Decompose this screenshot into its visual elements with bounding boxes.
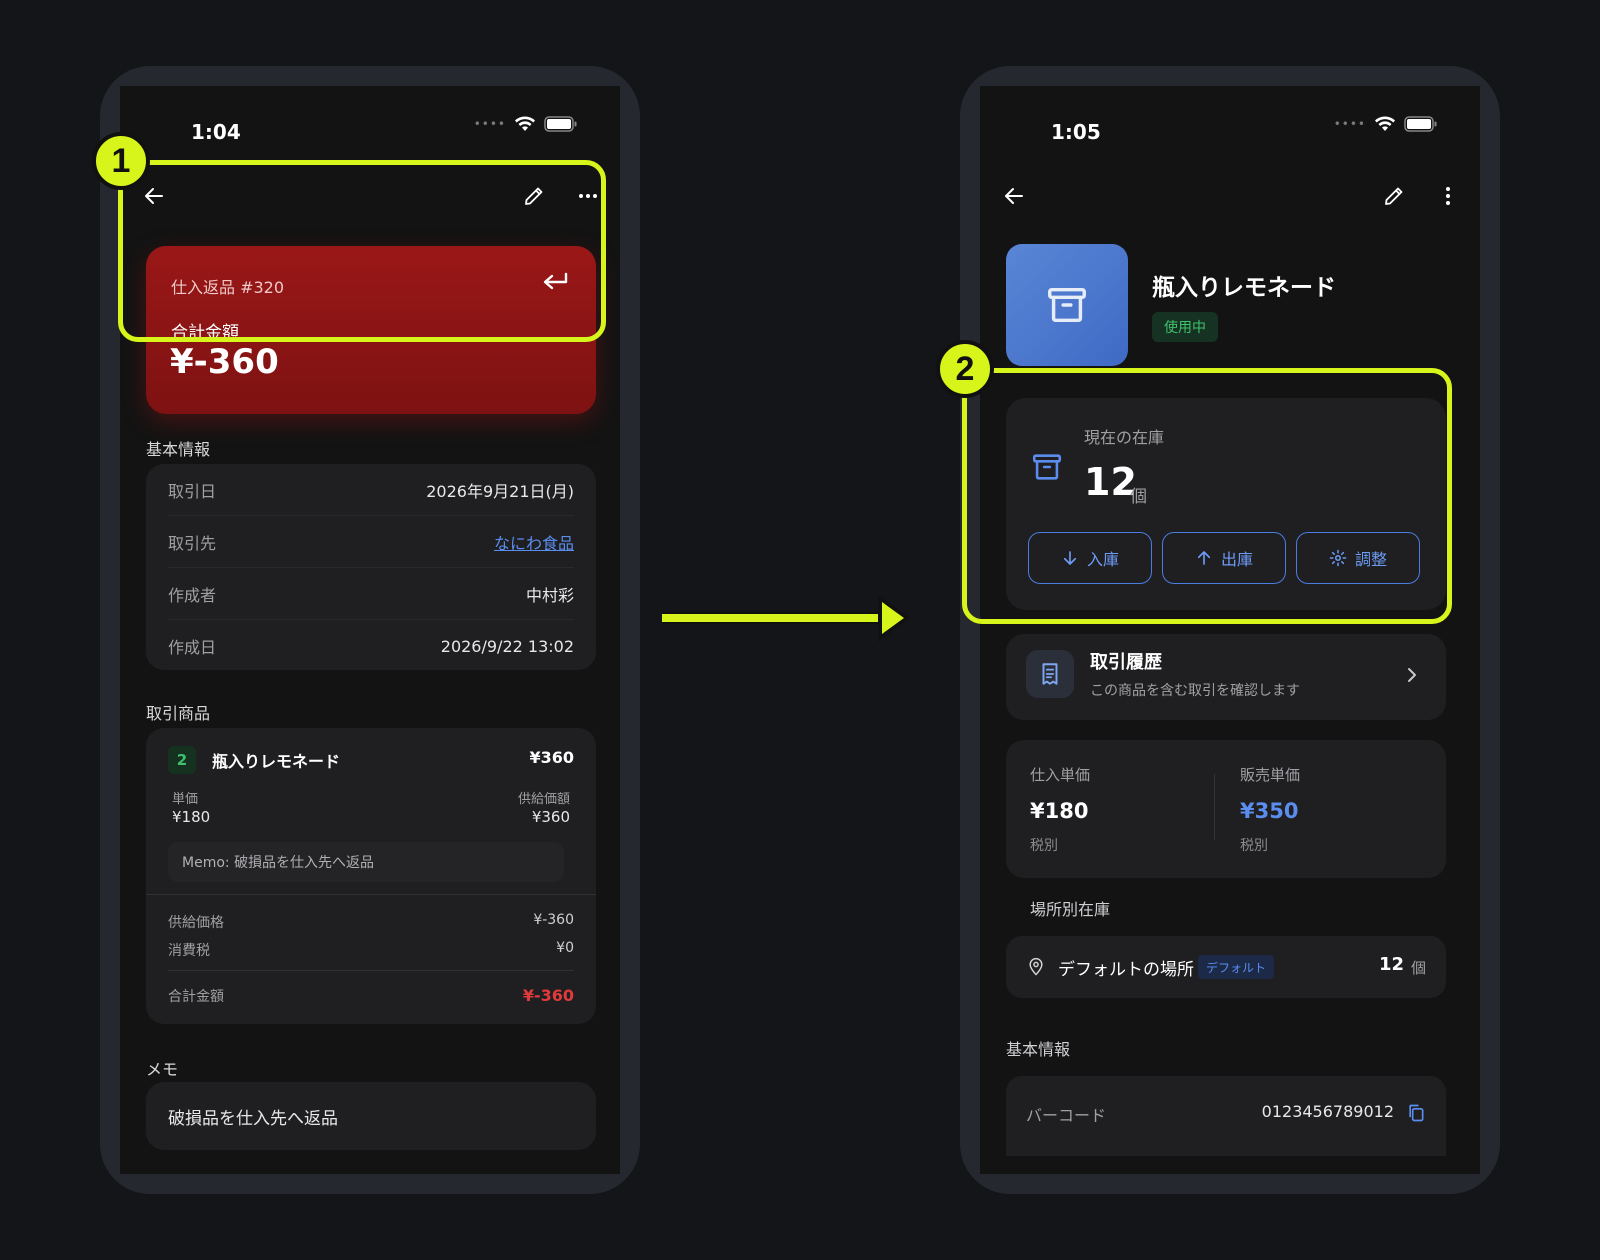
summary-supply: 供給価格 ¥-360 (168, 912, 574, 932)
summary-total: 合計金額 ¥-360 (168, 986, 574, 1006)
barcode-label: バーコード (1026, 1106, 1107, 1125)
archive-box-icon (1048, 287, 1086, 323)
section-basic-info: 基本情報 (1006, 1040, 1071, 1059)
sale-price-label: 販売単価 (1240, 766, 1301, 784)
summary-label: 合計金額 (168, 989, 224, 1005)
item-qty-badge: 2 (168, 746, 196, 774)
price-divider (1214, 774, 1215, 840)
chevron-right-icon (1408, 668, 1416, 682)
copy-icon[interactable] (1406, 1102, 1426, 1124)
location-unit: 個 (1410, 959, 1426, 977)
status-icons: •••• (1334, 116, 1438, 132)
section-memo: メモ (146, 1060, 179, 1079)
supply-amount-value: ¥360 (531, 808, 570, 826)
step-marker-2: 2 (936, 340, 994, 398)
product-name: 瓶入りレモネード (1152, 275, 1336, 301)
row-value: 2026年9月21日(月) (426, 481, 574, 501)
divider (146, 894, 596, 895)
receipt-icon (1042, 663, 1058, 685)
divider (168, 970, 574, 971)
status-icons: •••• (474, 116, 578, 132)
row-value: 中村彩 (525, 585, 574, 605)
location-name: デフォルトの場所 (1058, 960, 1194, 980)
unit-price-label: 単価 (172, 792, 199, 807)
location-row[interactable]: デフォルトの場所 デフォルト 12 個 (1006, 936, 1446, 998)
wifi-icon (515, 116, 535, 131)
row-created-at: 作成日 2026/9/22 13:02 (168, 620, 574, 672)
history-title: 取引履歴 (1090, 652, 1162, 673)
status-time: 1:04 (191, 120, 241, 144)
supply-amount-label: 供給価額 (517, 792, 570, 807)
summary-total-value: ¥-360 (522, 986, 574, 1005)
section-items: 取引商品 (146, 704, 211, 723)
transaction-history-row[interactable]: 取引履歴 この商品を含む取引を確認します (1006, 634, 1446, 720)
memo-card: 破損品を仕入先へ返品 (146, 1082, 596, 1150)
purchase-price-label: 仕入単価 (1030, 766, 1091, 784)
summary-label: 供給価格 (168, 915, 224, 931)
item-memo: Memo: 破損品を仕入先へ返品 (168, 842, 564, 882)
partner-link[interactable]: なにわ食品 (494, 530, 574, 554)
item-price: ¥360 (529, 748, 574, 767)
back-arrow-icon[interactable] (1002, 184, 1026, 208)
location-pin-icon (1029, 957, 1043, 976)
sale-tax-note: 税別 (1240, 838, 1268, 854)
status-time: 1:05 (1051, 120, 1101, 144)
status-badge: 使用中 (1152, 312, 1218, 342)
location-qty: 12 (1378, 954, 1404, 975)
summary-value: ¥-360 (533, 912, 574, 928)
sale-price: 販売単価 ¥350 税別 (1240, 764, 1300, 855)
screen-product-detail: 1:05 •••• 瓶入りレモネード 使用中 現在の在庫 12 個 入庫 出庫 … (980, 86, 1480, 1174)
sale-price-value: ¥350 (1240, 799, 1299, 823)
row-author: 作成者 中村彩 (168, 568, 574, 620)
highlight-box-1 (118, 160, 606, 342)
battery-icon (1404, 116, 1437, 132)
highlight-box-2 (962, 368, 1452, 624)
row-label: 取引日 (168, 481, 217, 501)
summary-value: ¥0 (556, 940, 574, 956)
summary-label: 消費税 (168, 943, 210, 959)
purchase-price: 仕入単価 ¥180 税別 (1030, 764, 1090, 855)
default-badge: デフォルト (1198, 955, 1275, 979)
item-name[interactable]: 瓶入りレモネード (212, 748, 340, 772)
summary-tax: 消費税 ¥0 (168, 940, 574, 960)
product-image (1006, 244, 1128, 366)
phone-right: 1:05 •••• 瓶入りレモネード 使用中 現在の在庫 12 個 入庫 出庫 … (960, 66, 1500, 1194)
row-partner: 取引先 なにわ食品 (168, 516, 574, 568)
basic-info-card: バーコード 0123456789012 (1006, 1076, 1446, 1156)
row-label: 作成日 (168, 638, 217, 657)
signal-icon: •••• (1333, 117, 1366, 131)
barcode-value: 0123456789012 (1261, 1102, 1394, 1121)
transition-arrow-icon (662, 594, 910, 642)
row-transaction-date: 取引日 2026年9月21日(月) (168, 464, 574, 516)
history-subtitle: この商品を含む取引を確認します (1090, 683, 1300, 699)
basic-info-card: 取引日 2026年9月21日(月) 取引先 なにわ食品 作成者 中村彩 作成日 … (146, 464, 596, 670)
top-nav (980, 178, 1480, 218)
items-card: 2 瓶入りレモネード ¥360 単価 ¥180 供給価額 ¥360 Memo: … (146, 728, 596, 1024)
price-card: 仕入単価 ¥180 税別 販売単価 ¥350 税別 (1006, 740, 1446, 878)
purchase-price-value: ¥180 (1030, 799, 1089, 823)
row-label: 取引先 (168, 533, 217, 553)
step-marker-1: 1 (92, 132, 150, 190)
receipt-icon-wrap (1026, 650, 1074, 698)
signal-icon: •••• (473, 117, 506, 131)
row-value: 2026/9/22 13:02 (440, 636, 574, 656)
total-amount: ¥-360 (170, 342, 279, 382)
row-label: 作成者 (168, 585, 217, 605)
more-vertical-icon[interactable] (1436, 184, 1460, 208)
section-location-stock: 場所別在庫 (1030, 900, 1111, 919)
section-basic-info: 基本情報 (146, 440, 211, 459)
battery-icon (544, 116, 577, 132)
purchase-tax-note: 税別 (1030, 838, 1058, 854)
unit-price-value: ¥180 (172, 808, 211, 826)
edit-pencil-icon[interactable] (1382, 184, 1406, 208)
wifi-icon (1375, 116, 1395, 131)
